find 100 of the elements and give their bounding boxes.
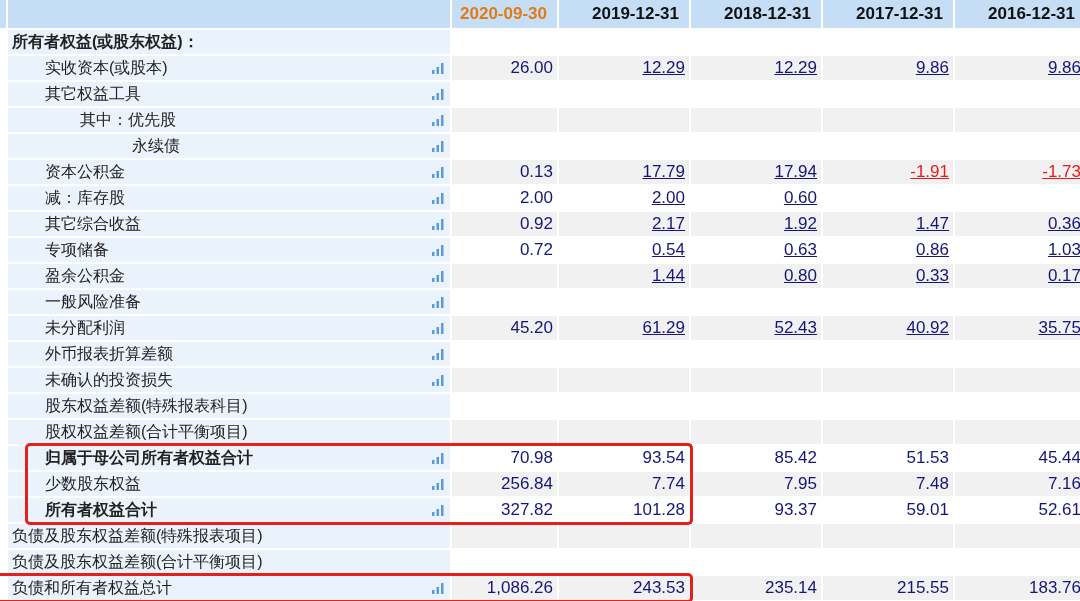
value-text: 70.98: [510, 448, 553, 468]
row-label: 所有者权益(或股东权益)：: [12, 31, 200, 52]
value-link[interactable]: 1.47: [915, 214, 949, 234]
value-link[interactable]: -1.91: [910, 162, 949, 182]
value-text: 7.16: [1047, 474, 1080, 494]
value-text: 7.48: [915, 474, 949, 494]
value-link[interactable]: 0.33: [915, 266, 949, 286]
value-text: 0.72: [519, 240, 553, 260]
bar-chart-icon: [432, 62, 444, 74]
value-link[interactable]: 0.60: [783, 188, 817, 208]
column-header: 2016-12-31: [955, 0, 1080, 28]
value-link[interactable]: 0.80: [783, 266, 817, 286]
value-link[interactable]: 17.94: [774, 162, 817, 182]
chart-button[interactable]: [432, 296, 444, 308]
row-label: 专项储备: [45, 239, 110, 260]
row-label: 一般风险准备: [45, 291, 142, 312]
value-link[interactable]: 0.17: [1047, 266, 1080, 286]
bar-chart-icon: [432, 296, 444, 308]
value-text: 183.76: [1029, 578, 1080, 598]
value-text: 1,086.26: [486, 578, 553, 598]
chart-button[interactable]: [432, 62, 444, 74]
value-link[interactable]: 12.29: [642, 58, 685, 78]
value-link[interactable]: 0.54: [651, 240, 685, 260]
chart-button[interactable]: [432, 218, 444, 230]
value-text: 7.95: [783, 474, 817, 494]
bar-chart-icon: [432, 88, 444, 100]
value-link[interactable]: 40.92: [906, 318, 949, 338]
value-link[interactable]: 9.86: [915, 58, 949, 78]
row-label: 其它综合收益: [45, 213, 142, 234]
chart-button[interactable]: [432, 244, 444, 256]
column-header: 2017-12-31: [823, 0, 953, 28]
value-link[interactable]: 61.29: [642, 318, 685, 338]
row-label: 所有者权益合计: [45, 499, 158, 520]
row-label: 资本公积金: [45, 161, 126, 182]
value-link[interactable]: 35.75: [1038, 318, 1080, 338]
bar-chart-icon: [432, 582, 444, 594]
chart-button[interactable]: [432, 504, 444, 516]
value-link[interactable]: -1.73: [1042, 162, 1080, 182]
bar-chart-icon: [432, 322, 444, 334]
value-text: 327.82: [501, 500, 553, 520]
value-text: 0.92: [519, 214, 553, 234]
row-label: 少数股东权益: [45, 473, 142, 494]
row-label: 外币报表折算差额: [45, 343, 174, 364]
value-link[interactable]: 9.86: [1047, 58, 1080, 78]
chart-button[interactable]: [432, 140, 444, 152]
bar-chart-icon: [432, 192, 444, 204]
row-label: 实收资本(或股本): [45, 57, 169, 78]
row-label: 其它权益工具: [45, 83, 142, 104]
value-text: 235.14: [765, 578, 817, 598]
bar-chart-icon: [432, 140, 444, 152]
column-header: 2018-12-31: [691, 0, 821, 28]
chart-button[interactable]: [432, 452, 444, 464]
bar-chart-icon: [432, 478, 444, 490]
value-text: 59.01: [906, 500, 949, 520]
value-text: 7.74: [651, 474, 685, 494]
value-text: 51.53: [906, 448, 949, 468]
column-header: 2019-12-31: [559, 0, 689, 28]
chart-button[interactable]: [432, 322, 444, 334]
chart-button[interactable]: [432, 88, 444, 100]
value-link[interactable]: 2.17: [651, 214, 685, 234]
bar-chart-icon: [432, 452, 444, 464]
value-link[interactable]: 0.63: [783, 240, 817, 260]
row-label: 未分配利润: [45, 317, 126, 338]
bar-chart-icon: [432, 218, 444, 230]
value-link[interactable]: 17.79: [642, 162, 685, 182]
value-link[interactable]: 1.44: [651, 266, 685, 286]
value-text: 93.54: [642, 448, 685, 468]
chart-button[interactable]: [432, 114, 444, 126]
row-label: 其中：优先股: [80, 109, 177, 130]
value-link[interactable]: 1.03: [1047, 240, 1080, 260]
chart-button[interactable]: [432, 166, 444, 178]
row-label: 股东权益差额(特殊报表科目): [45, 395, 249, 416]
value-text: 0.13: [519, 162, 553, 182]
chart-button[interactable]: [432, 374, 444, 386]
row-label: 盈余公积金: [45, 265, 126, 286]
chart-button[interactable]: [432, 270, 444, 282]
chart-button[interactable]: [432, 348, 444, 360]
value-text: 45.44: [1038, 448, 1080, 468]
column-header: 2020-09-30: [452, 0, 557, 28]
value-text: 256.84: [501, 474, 553, 494]
row-label: 永续债: [132, 135, 181, 156]
chart-button[interactable]: [432, 478, 444, 490]
chart-button[interactable]: [432, 192, 444, 204]
value-link[interactable]: 1.92: [783, 214, 817, 234]
value-text: 215.55: [897, 578, 949, 598]
value-text: 85.42: [774, 448, 817, 468]
value-link[interactable]: 0.86: [915, 240, 949, 260]
value-link[interactable]: 52.43: [774, 318, 817, 338]
row-label: 负债及股东权益差额(合计平衡项目): [12, 551, 264, 572]
header-cell: [0, 0, 6, 28]
bar-chart-icon: [432, 270, 444, 282]
value-text: 2.00: [519, 188, 553, 208]
value-link[interactable]: 2.00: [651, 188, 685, 208]
value-text: 101.28: [633, 500, 685, 520]
value-link[interactable]: 0.36: [1047, 214, 1080, 234]
value-text: 52.61: [1038, 500, 1080, 520]
row-label: 负债及股东权益差额(特殊报表项目): [12, 525, 264, 546]
value-link[interactable]: 12.29: [774, 58, 817, 78]
bar-chart-icon: [432, 348, 444, 360]
chart-button[interactable]: [432, 582, 444, 594]
